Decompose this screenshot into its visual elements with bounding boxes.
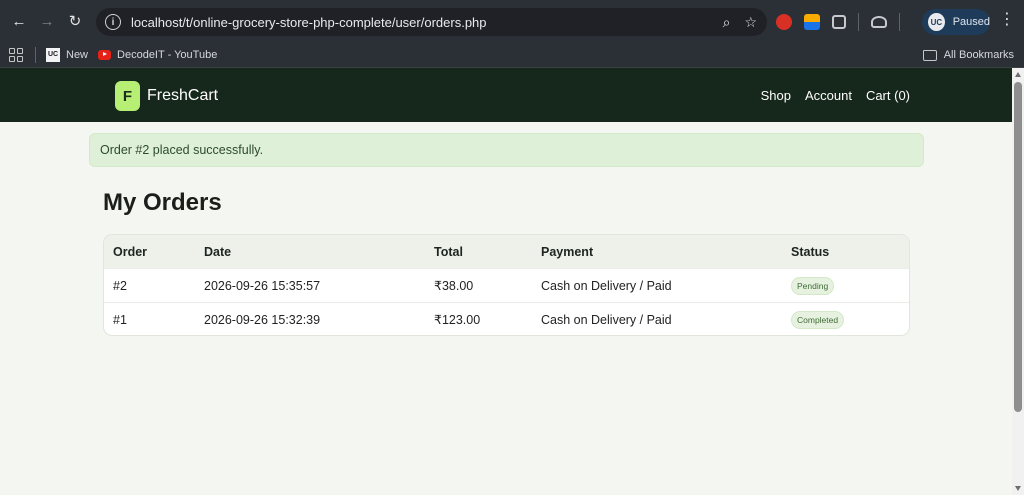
back-icon[interactable]: ← — [5, 7, 33, 35]
column-header-payment: Payment — [541, 245, 594, 259]
bookmark-label: DecodeIT - YouTube — [117, 48, 218, 61]
logo-mark: F — [115, 81, 140, 111]
site-info-icon[interactable]: i — [105, 14, 121, 30]
bookmarks-bar: UC New DecodeIT - YouTube All Bookmarks — [0, 42, 1024, 68]
table-header-row: Order Date Total Payment Status — [104, 235, 909, 269]
order-date: 2026-09-26 15:35:57 — [204, 278, 321, 293]
bookmark-decodeit[interactable]: DecodeIT - YouTube — [98, 49, 217, 61]
avatar: UC — [928, 13, 945, 31]
brand-name: FreshCart — [147, 87, 219, 104]
status-badge: Pending — [791, 276, 835, 295]
zoom-icon[interactable]: ⌕ — [723, 14, 731, 31]
bookmarks-divider — [35, 46, 36, 63]
all-bookmarks-button[interactable]: All Bookmarks — [922, 42, 1014, 68]
nav-cart-link[interactable]: Cart (0) — [866, 88, 910, 103]
bookmark-new[interactable]: UC New — [46, 47, 89, 62]
bookmark-star-icon[interactable]: ☆ — [744, 14, 757, 31]
order-id: #2 — [113, 278, 127, 293]
order-total: ₹123.00 — [434, 313, 481, 327]
order-total: ₹38.00 — [434, 279, 474, 293]
address-url[interactable]: localhost/t/online-grocery-store-php-com… — [131, 15, 487, 30]
column-header-date: Date — [204, 245, 232, 259]
page-scrollbar[interactable] — [1012, 68, 1024, 495]
browser-menu-icon[interactable]: ⋮ — [999, 12, 1015, 28]
main-content: Order #2 placed successfully. My Orders … — [0, 122, 1012, 495]
order-payment: Cash on Delivery / Paid — [541, 312, 672, 327]
status-badge: Completed — [791, 310, 845, 329]
all-bookmarks-label: All Bookmarks — [943, 49, 1014, 61]
success-alert: Order #2 placed successfully. — [89, 133, 924, 167]
order-payment: Cash on Delivery / Paid — [541, 278, 672, 293]
forward-icon[interactable]: → — [33, 7, 61, 35]
bookmark-label: New — [66, 48, 89, 61]
nav-account-link[interactable]: Account — [805, 88, 852, 103]
extension-red-icon[interactable] — [776, 14, 792, 30]
column-header-order: Order — [113, 245, 148, 259]
scroll-down-arrow-icon[interactable] — [1015, 486, 1021, 491]
folder-icon — [922, 49, 937, 61]
column-header-status: Status — [791, 245, 830, 259]
orders-table: Order Date Total Payment Status #2 2026-… — [103, 234, 910, 336]
nav-shop-link[interactable]: Shop — [761, 88, 791, 103]
incognito-icon[interactable] — [871, 16, 887, 28]
extension-card-icon[interactable] — [804, 14, 820, 30]
main-nav: Shop Account Cart (0) — [761, 68, 910, 122]
profile-status: Paused — [952, 16, 990, 28]
brand-logo[interactable]: F FreshCart — [115, 81, 218, 111]
site-header: F FreshCart Shop Account Cart (0) — [0, 68, 1012, 122]
toolbar-divider — [858, 13, 859, 31]
table-row: #1 2026-09-26 15:32:39 ₹123.00 Cash on D… — [104, 302, 909, 335]
table-row: #2 2026-09-26 15:35:57 ₹38.00 Cash on De… — [104, 268, 909, 302]
page-title: My Orders — [103, 189, 222, 216]
apps-grid-icon[interactable] — [9, 47, 23, 62]
browser-toolbar: ← → ↻ i localhost/t/online-grocery-store… — [0, 0, 1024, 42]
scroll-thumb[interactable] — [1014, 82, 1022, 412]
toolbar-divider — [899, 13, 900, 31]
profile-button[interactable]: UC Paused — [922, 9, 990, 35]
scroll-up-arrow-icon[interactable] — [1015, 72, 1021, 77]
column-header-total: Total — [434, 245, 463, 259]
order-id: #1 — [113, 312, 127, 327]
uc-favicon-icon: UC — [46, 47, 60, 62]
reload-icon[interactable]: ↻ — [61, 7, 89, 35]
youtube-icon — [98, 49, 112, 60]
extensions-puzzle-icon[interactable] — [832, 15, 846, 29]
address-bar[interactable]: i localhost/t/online-grocery-store-php-c… — [96, 8, 767, 36]
order-date: 2026-09-26 15:32:39 — [204, 312, 321, 327]
